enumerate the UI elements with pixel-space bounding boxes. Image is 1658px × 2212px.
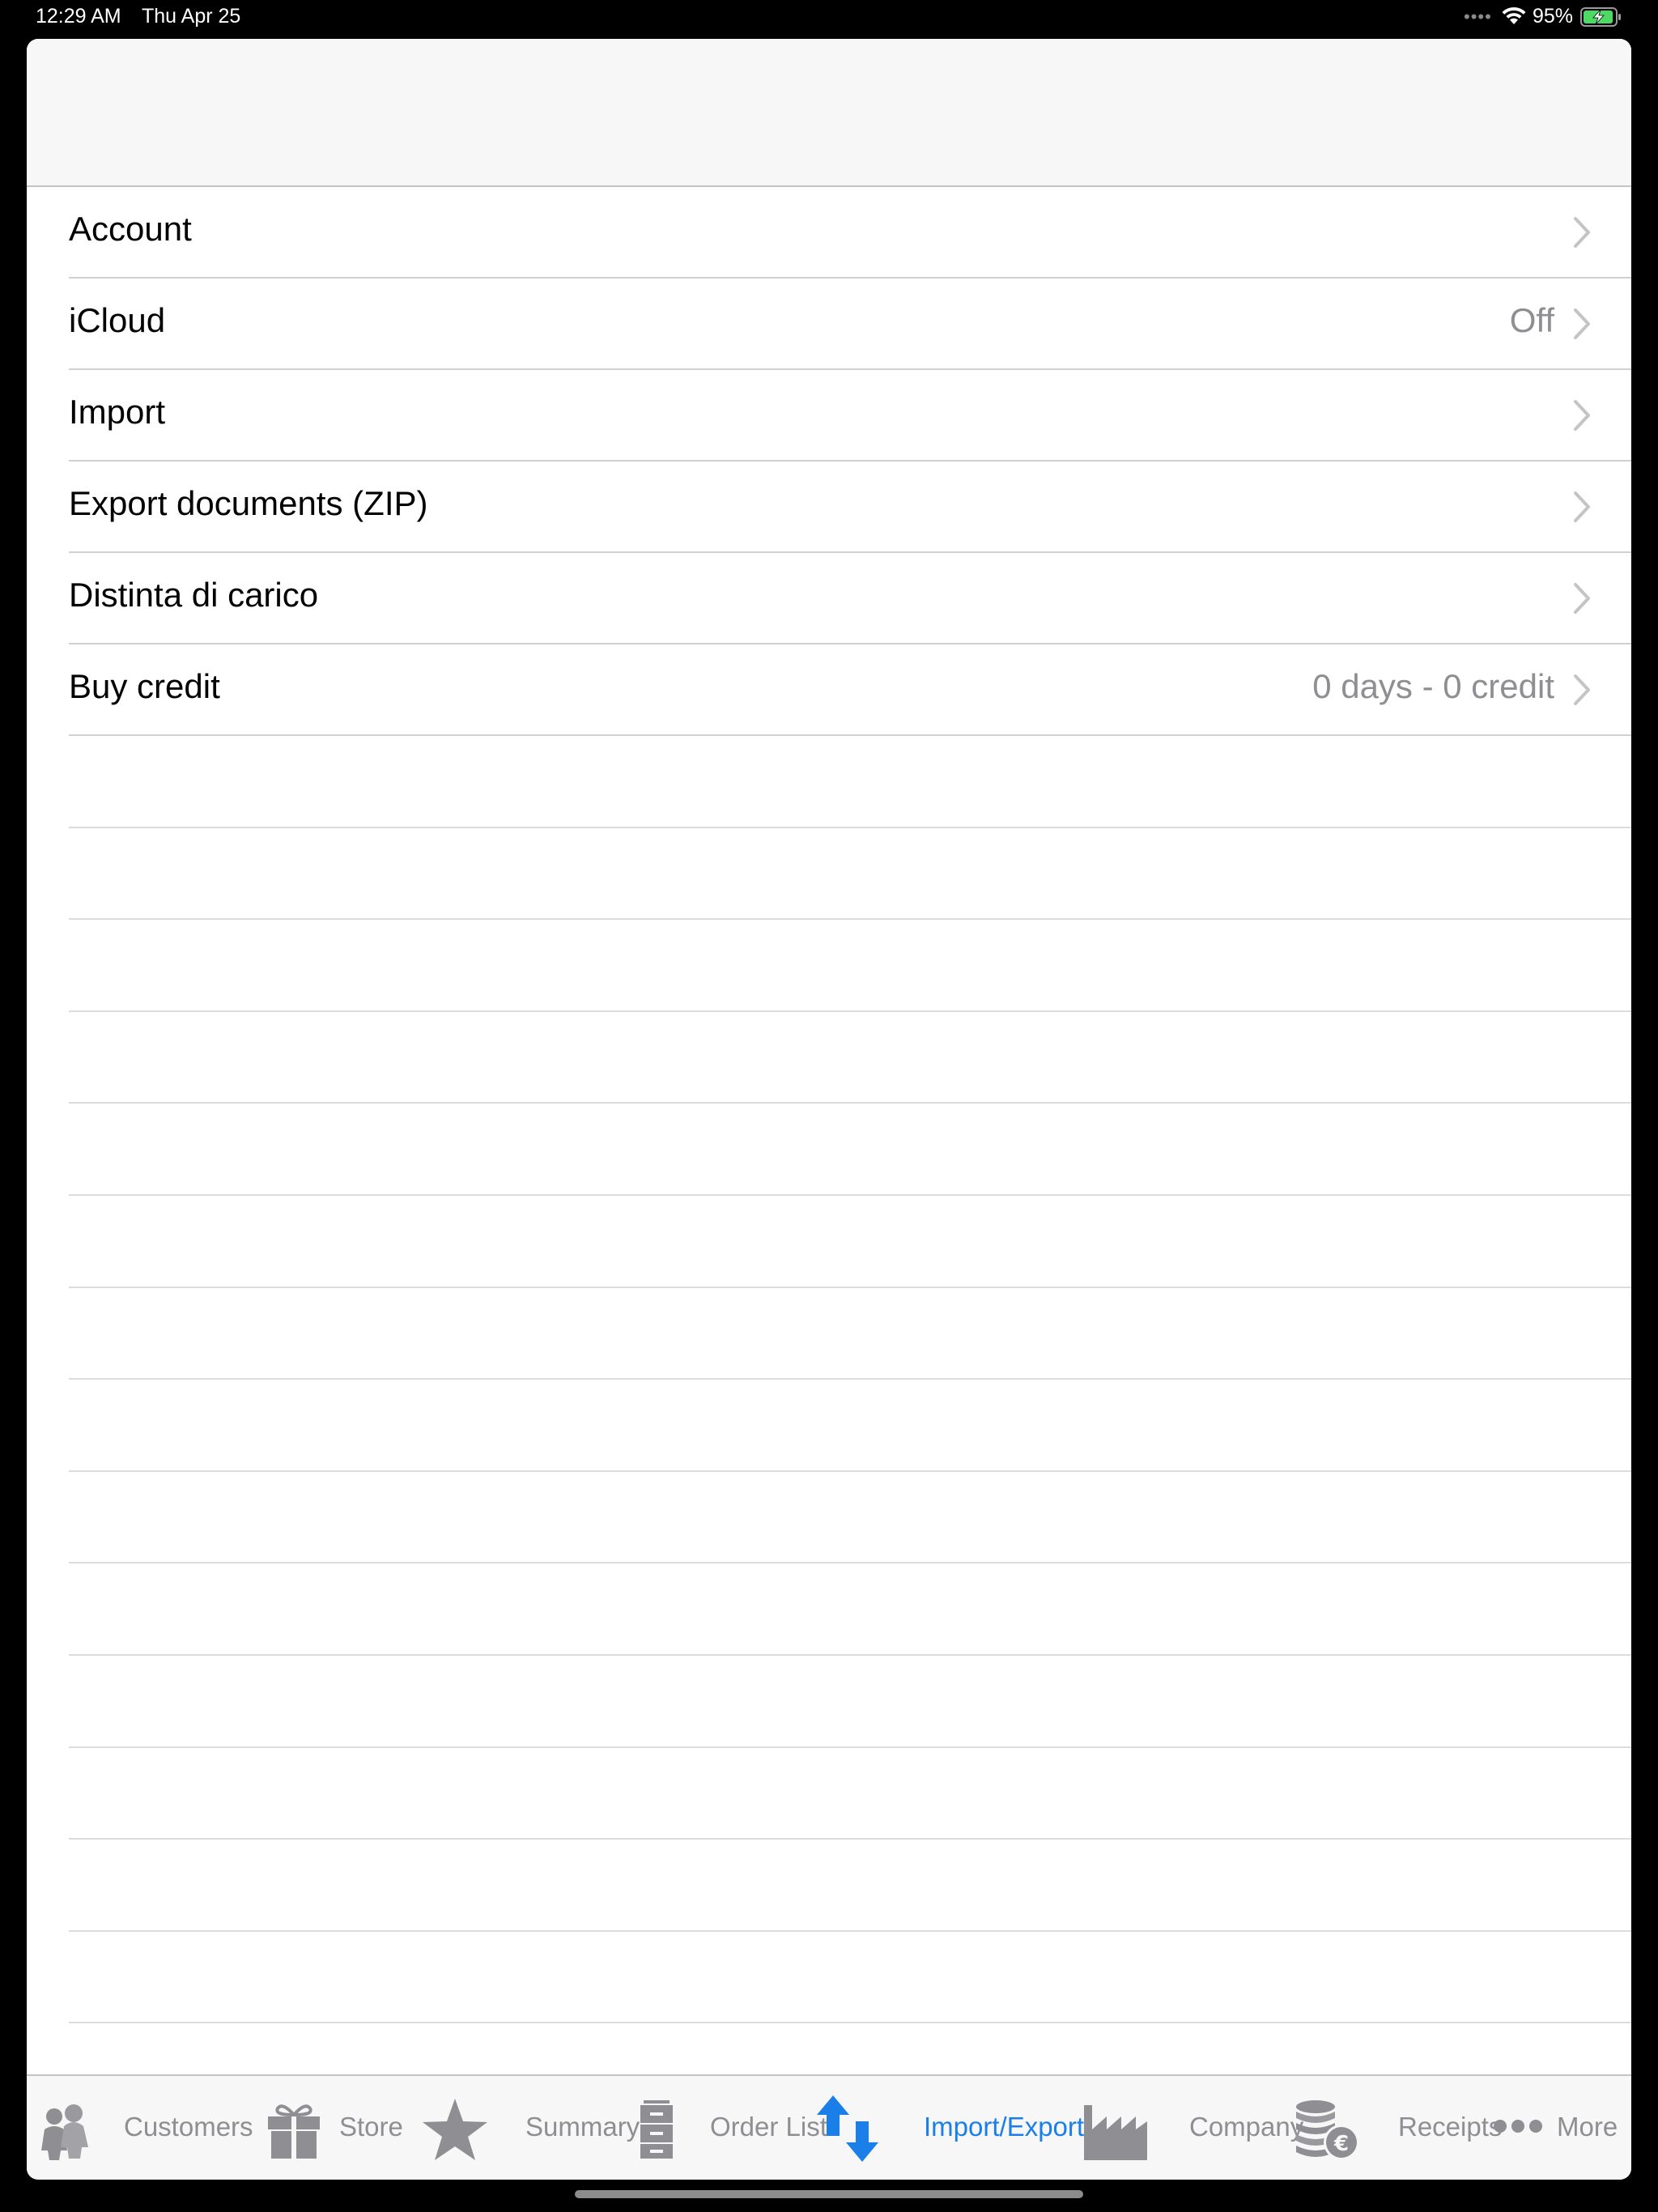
wifi-icon [1502, 6, 1526, 24]
cellular-dots-icon: •••• [1464, 6, 1492, 27]
chevron-right-icon [1574, 491, 1590, 522]
row-detail: 0 days - 0 credit [1312, 667, 1554, 705]
more-dots-icon [1494, 2120, 1542, 2133]
row-label: Buy credit [69, 667, 220, 705]
home-indicator[interactable] [575, 2190, 1083, 2198]
row-label: Export documents (ZIP) [69, 484, 428, 522]
empty-row-separator [69, 1288, 1631, 1380]
gift-icon [268, 2104, 320, 2159]
tab-receipts[interactable]: € Receipts [1290, 2076, 1516, 2180]
status-bar: 12:29 AM Thu Apr 25 •••• 95% [0, 0, 1658, 36]
tab-label: Summary [525, 2112, 640, 2142]
empty-row-separator [69, 1472, 1631, 1564]
tab-summary[interactable]: Summary [420, 2076, 647, 2180]
tab-more[interactable]: More [1492, 2076, 1630, 2180]
tab-customers[interactable]: Customers [33, 2076, 276, 2180]
empty-row-separator [69, 1196, 1631, 1288]
empty-row-separator [69, 1748, 1631, 1840]
coins-euro-icon: € [1296, 2100, 1359, 2160]
row-label: Distinta di carico [69, 576, 319, 614]
settings-row-account[interactable]: Account [69, 187, 1631, 279]
settings-table: Account iCloud Off Import Export documen… [27, 187, 1631, 2116]
empty-row-separator [69, 920, 1631, 1012]
chevron-right-icon [1574, 400, 1590, 431]
up-down-arrows-icon [817, 2095, 878, 2162]
tab-label: Store [339, 2112, 403, 2142]
chevron-right-icon [1574, 583, 1590, 614]
tab-label: Company [1189, 2112, 1304, 2142]
empty-row-separator [69, 1012, 1631, 1104]
settings-row-buy-credit[interactable]: Buy credit 0 days - 0 credit [69, 644, 1631, 736]
ipad-screen: 12:29 AM Thu Apr 25 •••• 95% Account iCl… [0, 0, 1658, 2212]
factory-icon [1084, 2105, 1147, 2160]
chevron-right-icon [1574, 217, 1590, 248]
row-label: Import [69, 393, 166, 431]
row-label: iCloud [69, 301, 166, 339]
chevron-right-icon [1574, 674, 1590, 705]
row-label: Account [69, 210, 192, 248]
star-icon [423, 2099, 487, 2160]
empty-row-separator [69, 828, 1631, 921]
tab-label: Import/Export [924, 2112, 1085, 2142]
empty-row-separator [69, 1656, 1631, 1748]
svg-text:€: € [1333, 2132, 1349, 2156]
file-cabinet-icon [640, 2100, 673, 2159]
chevron-right-icon [1574, 308, 1590, 339]
status-time: 12:29 AM [36, 5, 121, 28]
settings-row-export-documents[interactable]: Export documents (ZIP) [69, 462, 1631, 553]
empty-table-rows [27, 736, 1631, 2116]
empty-row-separator [69, 1840, 1631, 1932]
main-sheet: Account iCloud Off Import Export documen… [27, 39, 1631, 2180]
status-date: Thu Apr 25 [142, 5, 241, 28]
empty-row-separator [69, 1104, 1631, 1196]
empty-row-separator [69, 1563, 1631, 1656]
tab-label: Receipts [1398, 2112, 1503, 2142]
row-detail: Off [1509, 301, 1554, 339]
tab-import-export[interactable]: Import/Export [814, 2076, 1105, 2180]
people-icon [41, 2104, 88, 2160]
battery-percent: 95% [1533, 5, 1574, 28]
navigation-bar [27, 39, 1631, 187]
empty-row-separator [69, 1932, 1631, 2024]
tab-company[interactable]: Company [1081, 2076, 1324, 2180]
tab-label: Customers [124, 2112, 253, 2142]
battery-charging-icon [1580, 7, 1621, 27]
tab-bar: Customers Store Summary Order List Impor… [27, 2074, 1631, 2180]
settings-row-distinta-di-carico[interactable]: Distinta di carico [69, 553, 1631, 644]
tab-label: More [1557, 2112, 1618, 2142]
tab-label: Order List [710, 2112, 827, 2142]
settings-row-import[interactable]: Import [69, 370, 1631, 462]
settings-row-icloud[interactable]: iCloud Off [69, 279, 1631, 370]
empty-row-separator [69, 1380, 1631, 1472]
empty-row-separator [69, 736, 1631, 828]
